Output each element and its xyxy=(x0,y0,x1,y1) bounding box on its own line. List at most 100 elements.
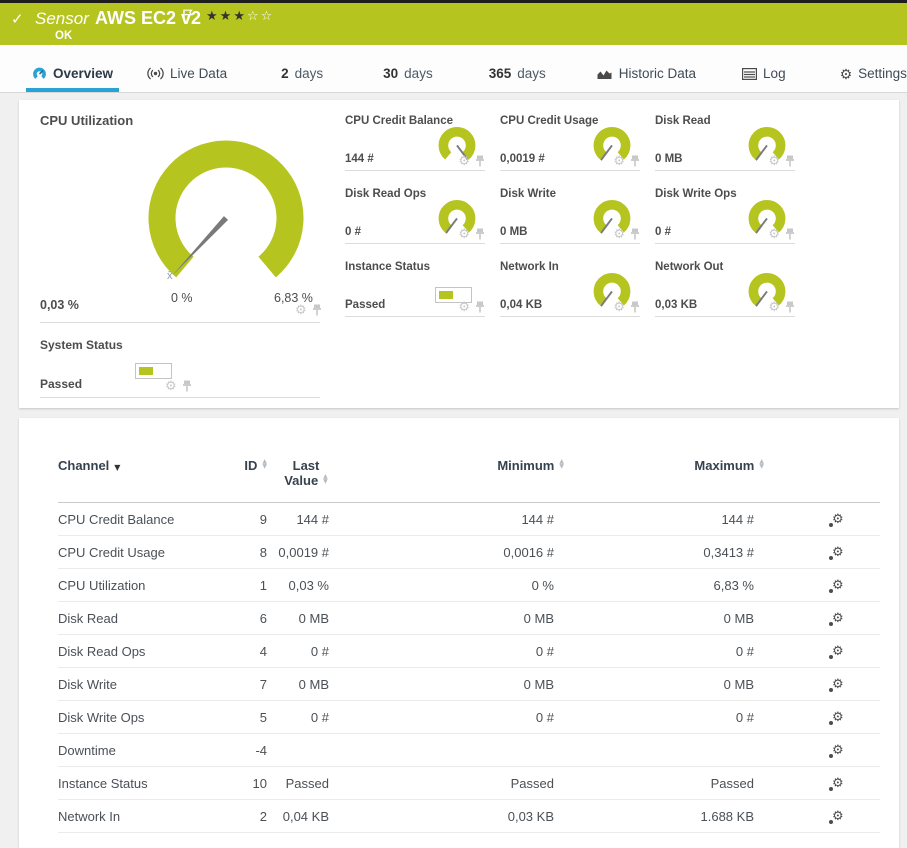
star-filled-icon[interactable]: ★ xyxy=(206,8,220,23)
gauges-panel: CPU Utilization x̄ 0 % 6,83 % 0,03 % ⚙ S… xyxy=(19,100,899,408)
gauge-panel-network-in: Network In 0,04 KB ⚙ xyxy=(500,258,640,317)
sort-desc-icon xyxy=(114,463,120,472)
edit-channel-icon[interactable]: ⚙ xyxy=(829,677,844,692)
pin-icon[interactable] xyxy=(630,301,640,313)
gauge-panel-disk-read-ops: Disk Read Ops 0 # ⚙ xyxy=(345,185,485,244)
tab-historic-data[interactable]: Historic Data xyxy=(590,66,702,92)
status-ok-check-icon: ✓ xyxy=(11,11,24,28)
table-row-cpu-credit-balance[interactable]: CPU Credit Balance 9 144 #144 #144 # ⚙ xyxy=(58,502,880,536)
gauge-panel-disk-write-ops: Disk Write Ops 0 # ⚙ xyxy=(655,185,795,244)
status-fill xyxy=(439,291,453,299)
table-row-downtime[interactable]: Downtime -4 ⚙ xyxy=(58,733,880,767)
channel-table-body: CPU Credit Balance 9 144 #144 #144 # ⚙ CPU … xyxy=(58,502,880,833)
sort-icon xyxy=(262,459,267,469)
column-header-id[interactable]: ID xyxy=(218,452,273,503)
gauge-icon xyxy=(32,66,47,81)
divider xyxy=(40,397,320,398)
system-status-title: System Status xyxy=(40,338,123,352)
sort-icon xyxy=(323,474,328,484)
edit-channel-icon[interactable]: ⚙ xyxy=(829,776,844,791)
column-header-maximum[interactable]: Maximum xyxy=(570,452,770,503)
table-row-cpu-utilization[interactable]: CPU Utilization 1 0,03 % 0 % 6,83 % ⚙ xyxy=(58,568,880,602)
table-row-network-in[interactable]: Network In 2 0,04 KB 0,03 KB 1.688 KB ⚙ xyxy=(58,799,880,833)
tab-365-days[interactable]: 365 days xyxy=(483,66,552,92)
gear-icon[interactable]: ⚙ xyxy=(613,154,625,167)
sort-icon xyxy=(759,459,764,469)
pin-icon[interactable] xyxy=(785,228,795,240)
gauge-panel-cpu-credit-balance: CPU Credit Balance 144 # ⚙ xyxy=(345,112,485,171)
gear-icon[interactable]: ⚙ xyxy=(613,227,625,240)
tab-log[interactable]: Log xyxy=(736,66,792,92)
priority-stars[interactable]: ★★★☆☆ xyxy=(206,8,274,24)
edit-channel-icon[interactable]: ⚙ xyxy=(829,578,844,593)
system-status-actions: ⚙ xyxy=(165,379,192,392)
edit-channel-icon[interactable]: ⚙ xyxy=(829,743,844,758)
pin-icon[interactable] xyxy=(785,301,795,313)
channel-table-panel: Channel ID LastValue Minimum Maximum CPU… xyxy=(19,418,899,848)
edit-channel-icon[interactable]: ⚙ xyxy=(829,545,844,560)
table-row-disk-write[interactable]: Disk Write 7 0 MB 0 MB 0 MB ⚙ xyxy=(58,667,880,701)
flag-icon[interactable] xyxy=(183,9,193,27)
tab-30-days[interactable]: 30 days xyxy=(377,66,439,92)
edit-channel-icon[interactable]: ⚙ xyxy=(829,809,844,824)
gear-icon[interactable]: ⚙ xyxy=(768,227,780,240)
table-row-instance-status[interactable]: Instance Status 10 Passed Passed Passed ⚙ xyxy=(58,766,880,800)
sensor-type-label: Sensor xyxy=(35,9,89,28)
column-header-actions xyxy=(770,452,880,503)
gear-icon[interactable]: ⚙ xyxy=(458,300,470,313)
pin-icon[interactable] xyxy=(785,155,795,167)
divider xyxy=(40,322,320,323)
edit-channel-icon[interactable]: ⚙ xyxy=(829,611,844,626)
cpu-utilization-gauge xyxy=(148,140,304,278)
star-empty-icon[interactable]: ☆ xyxy=(261,8,275,23)
edit-channel-icon[interactable]: ⚙ xyxy=(829,512,844,527)
live-signal-icon xyxy=(147,67,164,80)
tab-2-days[interactable]: 2 days xyxy=(275,66,329,92)
column-header-channel[interactable]: Channel xyxy=(58,452,218,503)
gauge-panel-disk-write: Disk Write 0 MB ⚙ xyxy=(500,185,640,244)
gear-icon[interactable]: ⚙ xyxy=(458,227,470,240)
table-row-disk-read[interactable]: Disk Read 6 0 MB 0 MB 0 MB ⚙ xyxy=(58,601,880,635)
log-list-icon xyxy=(742,67,758,80)
edit-channel-icon[interactable]: ⚙ xyxy=(829,644,844,659)
star-empty-icon[interactable]: ☆ xyxy=(247,8,261,23)
tab-settings[interactable]: ⚙ Settings xyxy=(834,66,907,92)
gauge-min-label: 0 % xyxy=(171,291,193,305)
pin-icon[interactable] xyxy=(182,380,192,392)
sensor-status-text: OK xyxy=(55,30,73,42)
system-status-indicator xyxy=(135,363,172,379)
column-header-minimum[interactable]: Minimum xyxy=(345,452,570,503)
edit-channel-icon[interactable]: ⚙ xyxy=(829,710,844,725)
star-filled-icon[interactable]: ★ xyxy=(233,8,247,23)
pin-icon[interactable] xyxy=(475,155,485,167)
primary-gauge-actions: ⚙ xyxy=(295,303,322,316)
gauge-panel-disk-read: Disk Read 0 MB ⚙ xyxy=(655,112,795,171)
pin-icon[interactable] xyxy=(630,155,640,167)
pin-icon[interactable] xyxy=(312,304,322,316)
pin-icon[interactable] xyxy=(475,228,485,240)
gear-icon[interactable]: ⚙ xyxy=(295,303,307,316)
status-fill xyxy=(139,367,153,375)
table-row-disk-read-ops[interactable]: Disk Read Ops 4 0 #0 #0 # ⚙ xyxy=(58,634,880,668)
gear-icon[interactable]: ⚙ xyxy=(458,154,470,167)
gear-icon[interactable]: ⚙ xyxy=(165,379,177,392)
gauge-panel-instance-status: Instance Status Passed ⚙ xyxy=(345,258,485,317)
star-filled-icon[interactable]: ★ xyxy=(220,8,234,23)
column-header-last-value[interactable]: Last Value xyxy=(273,452,345,503)
settings-gear-icon: ⚙ xyxy=(839,65,853,82)
table-row-cpu-credit-usage[interactable]: CPU Credit Usage 8 0,0019 #0,0016 #0,3413 … xyxy=(58,535,880,569)
table-row-disk-write-ops[interactable]: Disk Write Ops 5 0 #0 #0 # ⚙ xyxy=(58,700,880,734)
pin-icon[interactable] xyxy=(630,228,640,240)
gauge-panel-cpu-credit-usage: CPU Credit Usage 0,0019 # ⚙ xyxy=(500,112,640,171)
tab-bar: Overview Live Data 2 days 30 days 365 days … xyxy=(0,45,907,93)
tab-overview[interactable]: Overview xyxy=(26,66,120,92)
cpu-utilization-value: 0,03 % xyxy=(40,298,79,312)
tab-live-data[interactable]: Live Data xyxy=(141,66,233,92)
gear-icon[interactable]: ⚙ xyxy=(768,154,780,167)
pin-icon[interactable] xyxy=(475,301,485,313)
channel-table: Channel ID LastValue Minimum Maximum CPU… xyxy=(58,452,880,833)
sensor-header-bar: ✓ Sensor AWS EC2 v2 ★★★☆☆ OK xyxy=(0,0,907,45)
gear-icon[interactable]: ⚙ xyxy=(768,300,780,313)
gear-icon[interactable]: ⚙ xyxy=(613,300,625,313)
channel-table-header-row: Channel ID LastValue Minimum Maximum xyxy=(58,452,880,503)
